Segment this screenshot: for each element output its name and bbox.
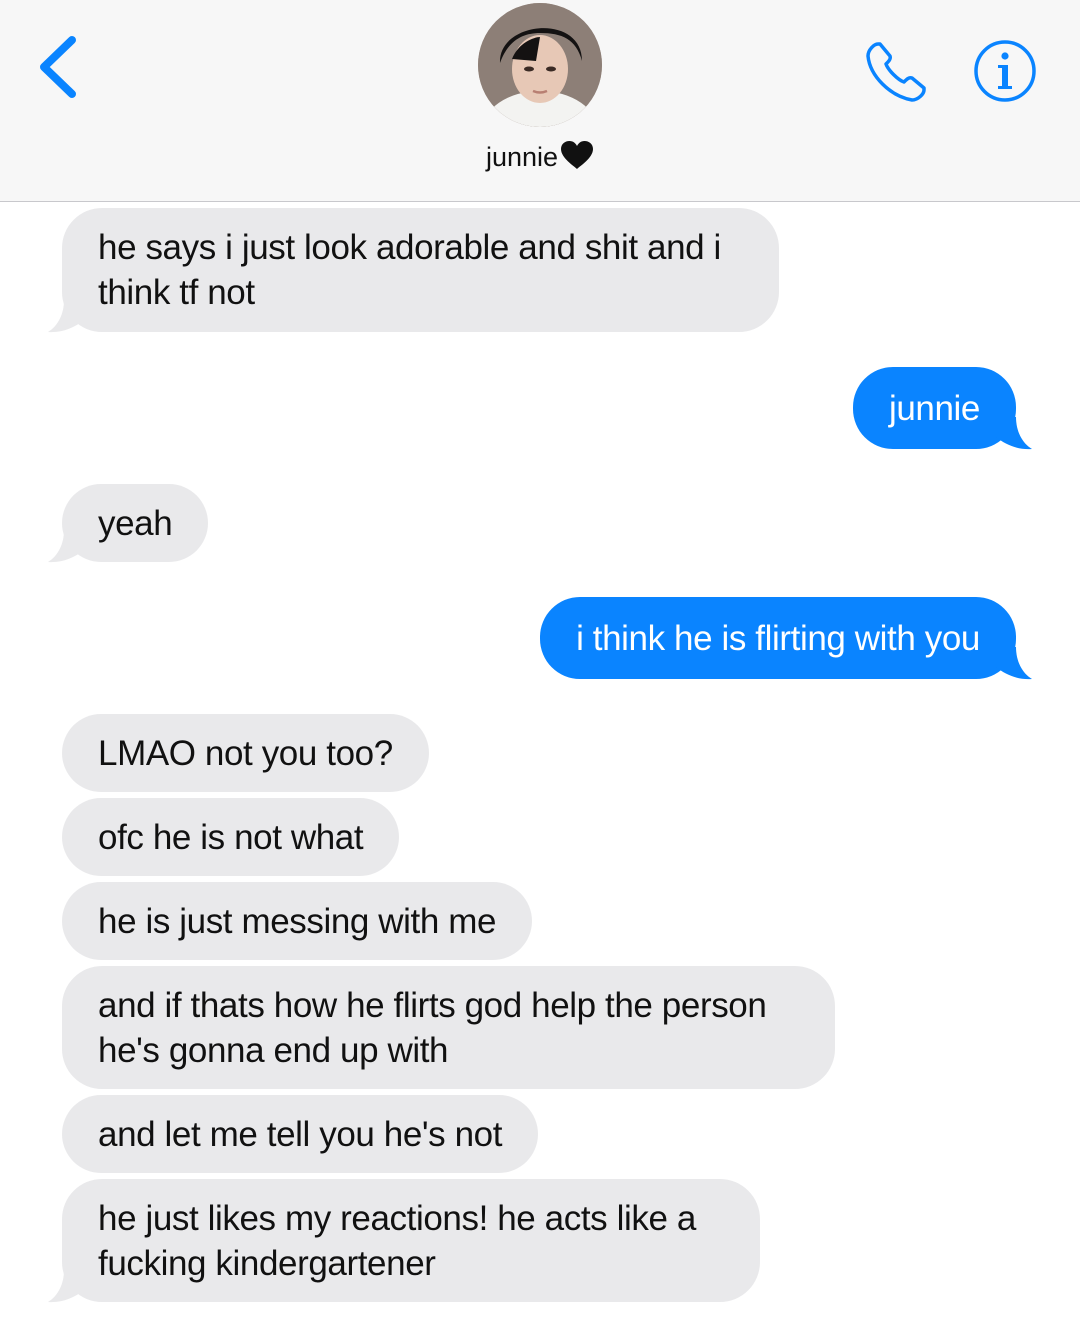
- black-heart-icon: [560, 140, 594, 177]
- sent-message[interactable]: i think he is flirting with you: [540, 597, 1016, 679]
- avatar[interactable]: [478, 3, 602, 127]
- message-text: LMAO not you too?: [98, 733, 393, 773]
- message-text: he is just messing with me: [98, 901, 497, 941]
- bubble-tail: [996, 647, 1032, 680]
- conversation-header: junnie: [0, 0, 1080, 202]
- chevron-left-icon: [40, 36, 76, 98]
- back-button[interactable]: [34, 34, 86, 100]
- message-text: ofc he is not what: [98, 817, 364, 857]
- received-message[interactable]: and if thats how he flirts god help the …: [62, 966, 835, 1089]
- received-message[interactable]: he just likes my reactions! he acts like…: [62, 1179, 760, 1302]
- message-text: and if thats how he flirts god help the …: [98, 985, 767, 1070]
- received-message[interactable]: he says i just look adorable and shit an…: [62, 208, 779, 332]
- message-text: he just likes my reactions! he acts like…: [98, 1198, 696, 1283]
- message-text: yeah: [98, 503, 173, 543]
- contact-name[interactable]: junnie: [0, 140, 1080, 177]
- message-text: and let me tell you he's not: [98, 1114, 503, 1154]
- avatar-image: [478, 3, 602, 127]
- phone-icon: [866, 42, 926, 102]
- message-text: junnie: [888, 388, 980, 428]
- received-message[interactable]: LMAO not you too?: [62, 714, 429, 792]
- received-message[interactable]: ofc he is not what: [62, 798, 400, 876]
- message-text: i think he is flirting with you: [576, 618, 980, 658]
- bubble-tail: [48, 300, 84, 333]
- bubble-tail: [48, 1270, 84, 1303]
- received-message[interactable]: he is just messing with me: [62, 882, 533, 960]
- bubble-tail: [48, 530, 84, 563]
- info-button[interactable]: [972, 38, 1038, 104]
- info-icon: [974, 40, 1036, 102]
- contact-name-text: junnie: [485, 142, 559, 172]
- message-text: he says i just look adorable and shit an…: [98, 228, 721, 312]
- call-button[interactable]: [862, 38, 930, 106]
- messages-app: junnie he says i just look adorable and …: [0, 0, 1080, 1322]
- received-message[interactable]: and let me tell you he's not: [62, 1095, 539, 1173]
- bubble-tail: [996, 417, 1032, 450]
